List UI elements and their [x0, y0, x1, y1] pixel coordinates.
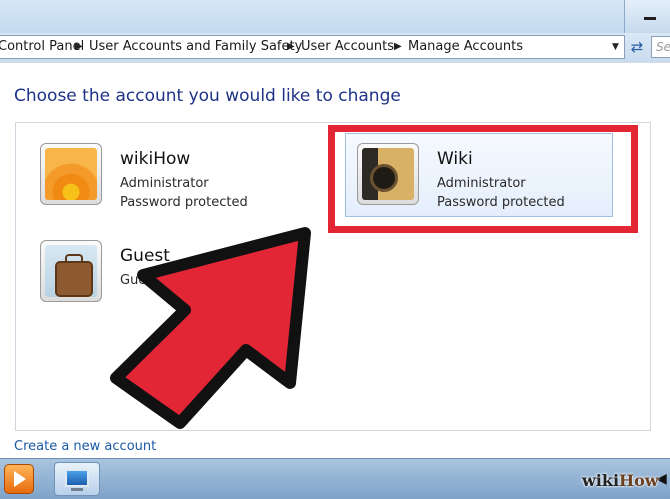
watermark-part2: How — [619, 471, 659, 490]
taskbar: ◀ — [0, 458, 670, 499]
watermark-logo: wikiHow — [582, 468, 666, 494]
pointer-arrow-icon — [110, 227, 311, 429]
control-panel-taskbar-icon[interactable] — [54, 462, 100, 496]
watermark-part1: wiki — [582, 471, 620, 490]
media-player-icon[interactable] — [4, 464, 34, 494]
